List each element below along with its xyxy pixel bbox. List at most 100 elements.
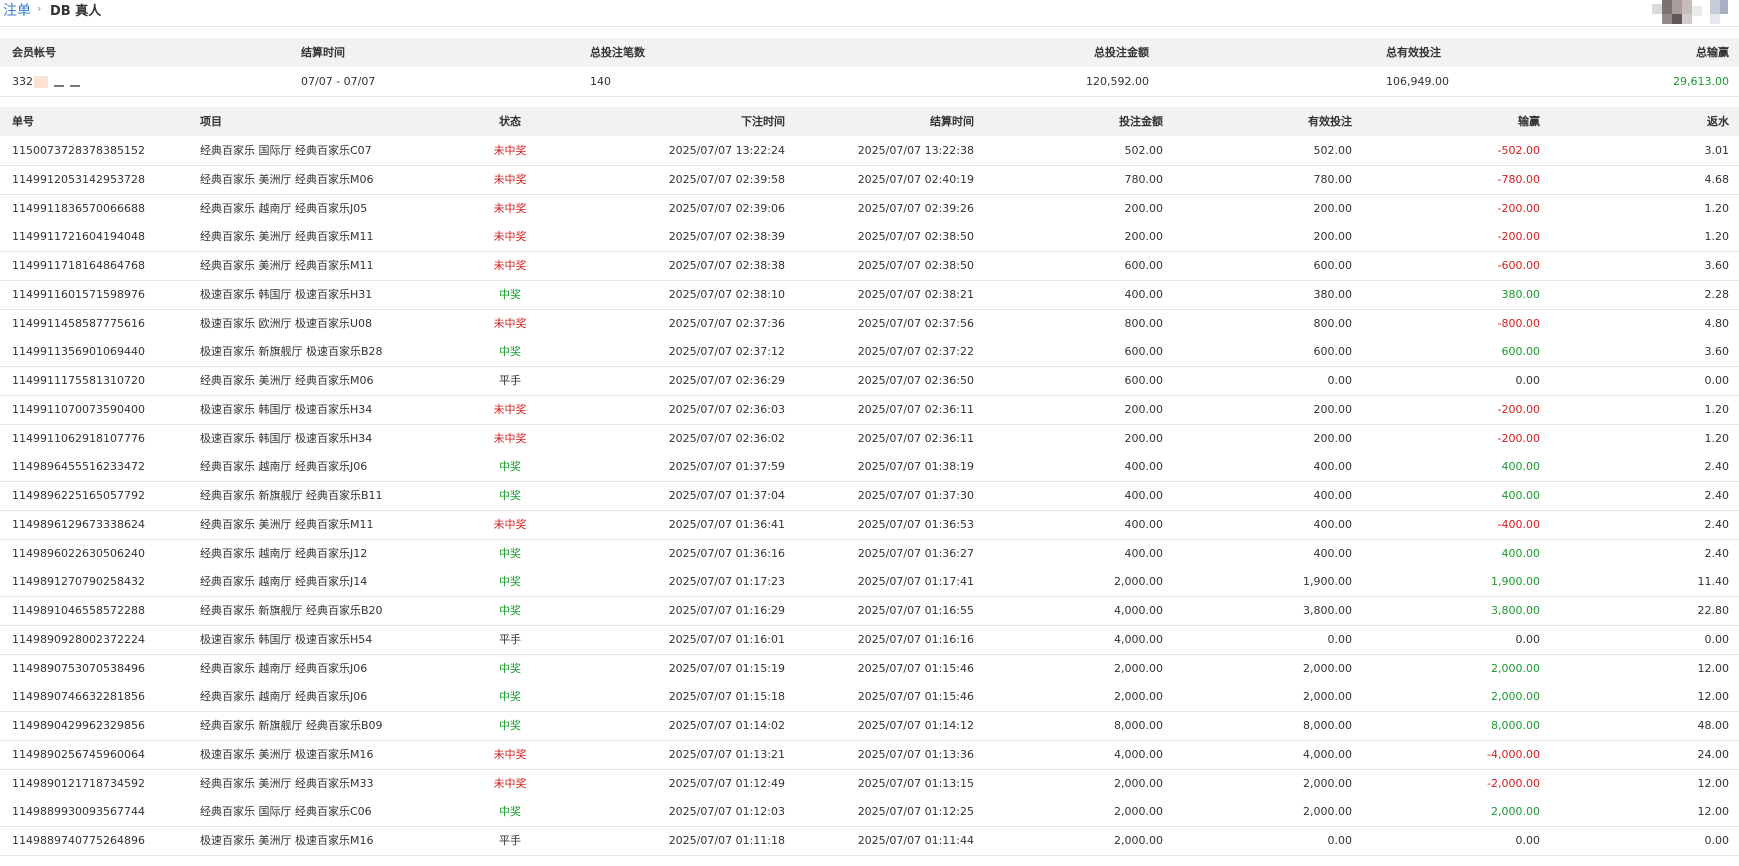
- breadcrumb-parent-link[interactable]: 注单: [3, 0, 31, 20]
- summary-total-winloss: 29,613.00: [1673, 75, 1729, 88]
- cell-rebate: 12.00: [1697, 776, 1730, 790]
- cell-order-id: 1149891270790258432: [12, 575, 145, 589]
- header-valid: 有效投注: [1308, 115, 1352, 128]
- cell-bet-time: 2025/07/07 01:13:21: [668, 747, 785, 761]
- cell-winloss: 600.00: [1501, 345, 1541, 359]
- cell-status: 平手: [499, 632, 521, 646]
- cell-item: 经典百家乐 新旗舰厅 经典百家乐B09: [200, 719, 383, 732]
- cell-amount: 400.00: [1124, 546, 1164, 560]
- cell-status: 中奖: [499, 719, 521, 732]
- cell-status: 未中奖: [493, 201, 527, 215]
- cell-status: 中奖: [499, 661, 521, 675]
- cell-status: 未中奖: [493, 776, 527, 790]
- cell-valid: 400.00: [1313, 546, 1353, 560]
- cell-rebate: 12.00: [1697, 690, 1730, 704]
- breadcrumb-current: DB 真人: [50, 4, 102, 19]
- cell-status: 未中奖: [493, 402, 527, 416]
- table-row: 1149911175581310720 经典百家乐 美洲厅 经典百家乐M06 平手 2…: [0, 367, 1739, 396]
- cell-bet-time: 2025/07/07 01:36:16: [668, 546, 785, 560]
- header-rebate: 返水: [1707, 115, 1729, 128]
- cell-winloss: 380.00: [1501, 287, 1541, 301]
- cell-item: 经典百家乐 美洲厅 经典百家乐M06: [200, 374, 374, 387]
- cell-winloss: 400.00: [1501, 460, 1541, 474]
- table-row: 1149896022630506240 经典百家乐 越南厅 经典百家乐J12 中奖 2…: [0, 539, 1739, 569]
- table-row: 1149911062918107776 极速百家乐 韩国厅 极速百家乐H34 未中奖…: [0, 424, 1739, 454]
- table-row: 1149896129673338624 经典百家乐 美洲厅 经典百家乐M11 未中奖…: [0, 510, 1739, 540]
- cell-rebate: 1.20: [1704, 230, 1730, 244]
- table-row: 1149911718164864768 经典百家乐 美洲厅 经典百家乐M11 未中奖…: [0, 252, 1739, 281]
- cell-order-id: 1149911601571598976: [12, 287, 145, 301]
- table-row: 1149911836570066688 经典百家乐 越南厅 经典百家乐J05 未中奖…: [0, 194, 1739, 224]
- cell-item: 极速百家乐 美洲厅 极速百家乐M16: [200, 834, 374, 847]
- cell-order-id: 1149911458587775616: [12, 316, 145, 330]
- summary-header-settle-time: 结算时间: [301, 46, 345, 59]
- cell-valid: 1,900.00: [1303, 575, 1352, 589]
- cell-winloss: -800.00: [1497, 316, 1540, 330]
- cell-bet-time: 2025/07/07 02:38:38: [668, 259, 785, 272]
- cell-status: 中奖: [499, 546, 521, 560]
- cell-rebate: 0.00: [1704, 834, 1730, 847]
- cell-item: 经典百家乐 国际厅 经典百家乐C06: [200, 805, 372, 819]
- cell-bet-time: 2025/07/07 02:37:12: [668, 345, 785, 359]
- cell-valid: 3,800.00: [1303, 604, 1352, 617]
- cell-amount: 600.00: [1124, 374, 1164, 387]
- cell-winloss: -200.00: [1497, 201, 1540, 215]
- cell-bet-time: 2025/07/07 01:37:04: [668, 489, 785, 502]
- summary-header-total-winloss: 总输赢: [1696, 46, 1729, 59]
- table-row: 1149911070073590400 极速百家乐 韩国厅 极速百家乐H34 未中奖…: [0, 395, 1739, 425]
- cell-settle-time: 2025/07/07 01:15:46: [857, 690, 974, 704]
- cell-rebate: 2.40: [1704, 517, 1730, 531]
- cell-amount: 2,000.00: [1114, 575, 1163, 589]
- cell-status: 未中奖: [493, 316, 527, 330]
- header-winloss: 输赢: [1518, 115, 1540, 128]
- cell-winloss: 0.00: [1515, 374, 1541, 387]
- cell-winloss: 1,900.00: [1491, 575, 1540, 589]
- cell-settle-time: 2025/07/07 02:37:56: [857, 316, 974, 330]
- cell-bet-time: 2025/07/07 02:36:29: [668, 374, 785, 387]
- cell-winloss: -400.00: [1497, 517, 1540, 531]
- cell-bet-time: 2025/07/07 01:12:49: [668, 776, 785, 790]
- cell-order-id: 1149911175581310720: [12, 374, 145, 387]
- cell-status: 未中奖: [493, 431, 527, 445]
- table-row: 1150073728378385152 经典百家乐 国际厅 经典百家乐C07 未中奖…: [0, 137, 1739, 166]
- header-item: 项目: [200, 115, 222, 128]
- cell-order-id: 1149911718164864768: [12, 259, 145, 272]
- cell-bet-time: 2025/07/07 01:37:59: [668, 460, 785, 474]
- cell-item: 极速百家乐 美洲厅 极速百家乐M16: [200, 747, 374, 761]
- summary-header-account: 会员帐号: [12, 46, 56, 59]
- cell-winloss: -600.00: [1497, 259, 1540, 272]
- summary-settle-range: 07/07 - 07/07: [301, 75, 376, 88]
- cell-valid: 600.00: [1313, 345, 1353, 359]
- cell-winloss: 400.00: [1501, 546, 1541, 560]
- cell-valid: 780.00: [1313, 172, 1353, 186]
- cell-settle-time: 2025/07/07 01:12:25: [857, 805, 974, 819]
- cell-bet-time: 2025/07/07 02:39:58: [668, 172, 785, 186]
- cell-settle-time: 2025/07/07 01:15:46: [857, 661, 974, 675]
- cell-order-id: 1149889930093567744: [12, 805, 145, 819]
- cell-valid: 0.00: [1327, 834, 1353, 847]
- header-status: 状态: [499, 115, 521, 128]
- summary-header-total-bet: 总投注金额: [1094, 46, 1149, 59]
- cell-rebate: 22.80: [1697, 604, 1730, 617]
- cell-amount: 600.00: [1124, 259, 1164, 272]
- cell-settle-time: 2025/07/07 01:14:12: [857, 719, 974, 732]
- cell-bet-time: 2025/07/07 01:11:18: [668, 834, 785, 847]
- cell-winloss: 400.00: [1501, 489, 1541, 502]
- cell-order-id: 1149890429962329856: [12, 719, 145, 732]
- cell-order-id: 1149896225165057792: [12, 489, 145, 502]
- table-row: 1149911356901069440 极速百家乐 新旗舰厅 极速百家乐B28 中奖…: [0, 338, 1739, 368]
- cell-amount: 400.00: [1124, 489, 1164, 502]
- cell-rebate: 0.00: [1704, 632, 1730, 646]
- cell-winloss: -4,000.00: [1487, 747, 1540, 761]
- cell-status: 中奖: [499, 489, 521, 502]
- cell-winloss: -200.00: [1497, 431, 1540, 445]
- cell-status: 未中奖: [493, 747, 527, 761]
- cell-valid: 400.00: [1313, 517, 1353, 531]
- cell-item: 经典百家乐 美洲厅 经典百家乐M06: [200, 172, 374, 186]
- cell-order-id: 1149912053142953728: [12, 172, 145, 186]
- cell-valid: 4,000.00: [1303, 747, 1352, 761]
- cell-amount: 400.00: [1124, 460, 1164, 474]
- cell-item: 经典百家乐 美洲厅 经典百家乐M33: [200, 776, 374, 790]
- table-row: 1149911721604194048 经典百家乐 美洲厅 经典百家乐M11 未中奖…: [0, 223, 1739, 253]
- avatar[interactable]: [1650, 0, 1730, 25]
